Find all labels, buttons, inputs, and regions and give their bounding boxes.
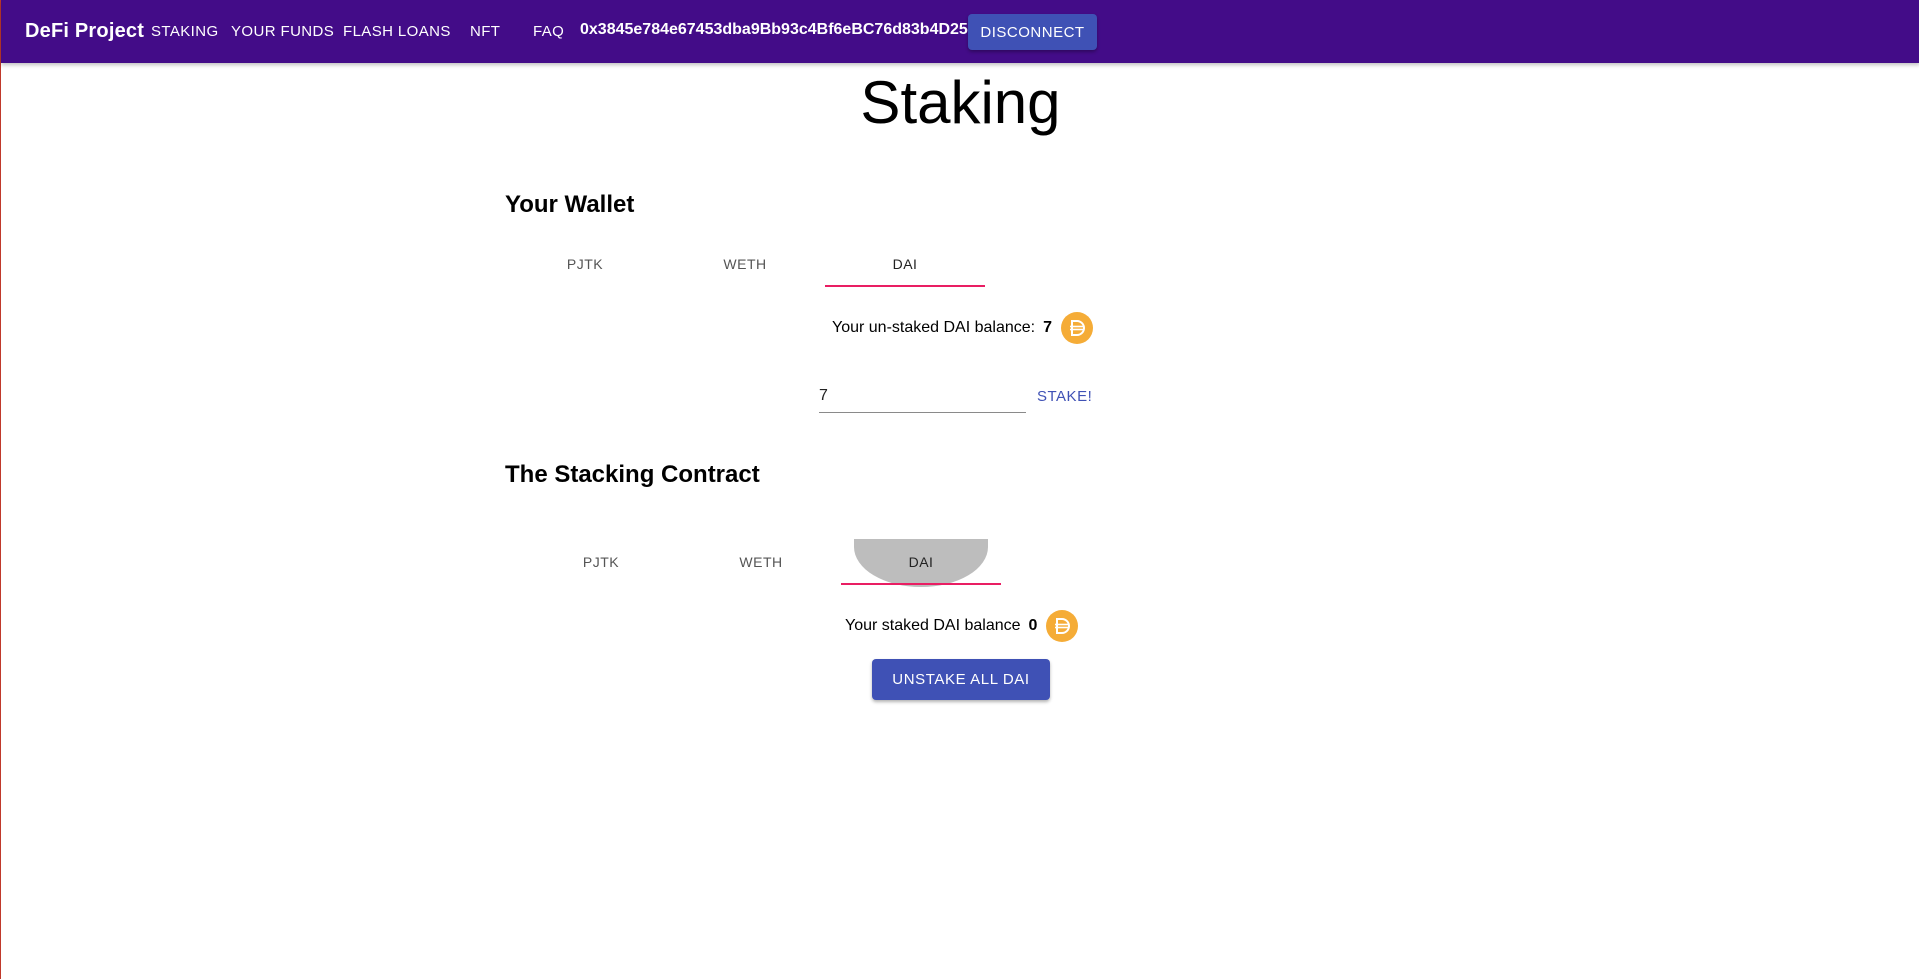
nav-flash-loans[interactable]: FLASH LOANS: [343, 23, 451, 40]
wallet-tab-dai[interactable]: DAI: [825, 240, 985, 288]
wallet-heading: Your Wallet: [505, 191, 635, 218]
app-bar: DeFi Project STAKING YOUR FUNDS FLASH LO…: [1, 0, 1919, 63]
page-title: Staking: [860, 69, 1061, 136]
dai-coin-icon: [1061, 312, 1093, 344]
brand-title[interactable]: DeFi Project: [25, 20, 144, 43]
contract-balance-value: 0: [1028, 617, 1038, 634]
contract-tab-pjtk[interactable]: PJTK: [521, 538, 681, 586]
wallet-balance-value: 7: [1043, 319, 1052, 336]
contract-balance-label: Your staked DAI balance: [845, 617, 1021, 634]
dai-symbol-icon: [1055, 618, 1071, 634]
nav-nft[interactable]: NFT: [470, 23, 500, 40]
contract-tab-weth[interactable]: WETH: [681, 538, 841, 586]
disconnect-button[interactable]: DISCONNECT: [968, 14, 1097, 50]
wallet-tab-weth[interactable]: WETH: [665, 240, 825, 288]
stake-amount-input[interactable]: [819, 380, 1026, 413]
contract-tab-indicator: [841, 583, 1001, 585]
contract-tab-dai[interactable]: DAI: [841, 538, 1001, 586]
unstake-all-button[interactable]: UNSTAKE ALL DAI: [872, 659, 1050, 700]
wallet-balance-label: Your un-staked DAI balance:: [832, 319, 1036, 336]
nav-staking[interactable]: STAKING: [151, 23, 219, 40]
wallet-tab-indicator: [825, 285, 985, 287]
dai-coin-icon: [1046, 610, 1079, 642]
nav-your-funds[interactable]: YOUR FUNDS: [231, 23, 334, 40]
wallet-balance-row: Your un-staked DAI balance: 7: [832, 312, 1093, 344]
wallet-tab-pjtk[interactable]: PJTK: [505, 240, 665, 288]
dai-symbol-icon: [1070, 320, 1085, 336]
contract-balance-row: Your staked DAI balance 0: [845, 610, 1079, 642]
contract-heading: The Stacking Contract: [505, 461, 760, 488]
wallet-address: 0x3845e784e67453dba9Bb93c4Bf6eBC76d83b4D…: [580, 21, 968, 38]
nav-faq[interactable]: FAQ: [533, 23, 564, 40]
stake-button[interactable]: STAKE!: [1037, 388, 1092, 405]
